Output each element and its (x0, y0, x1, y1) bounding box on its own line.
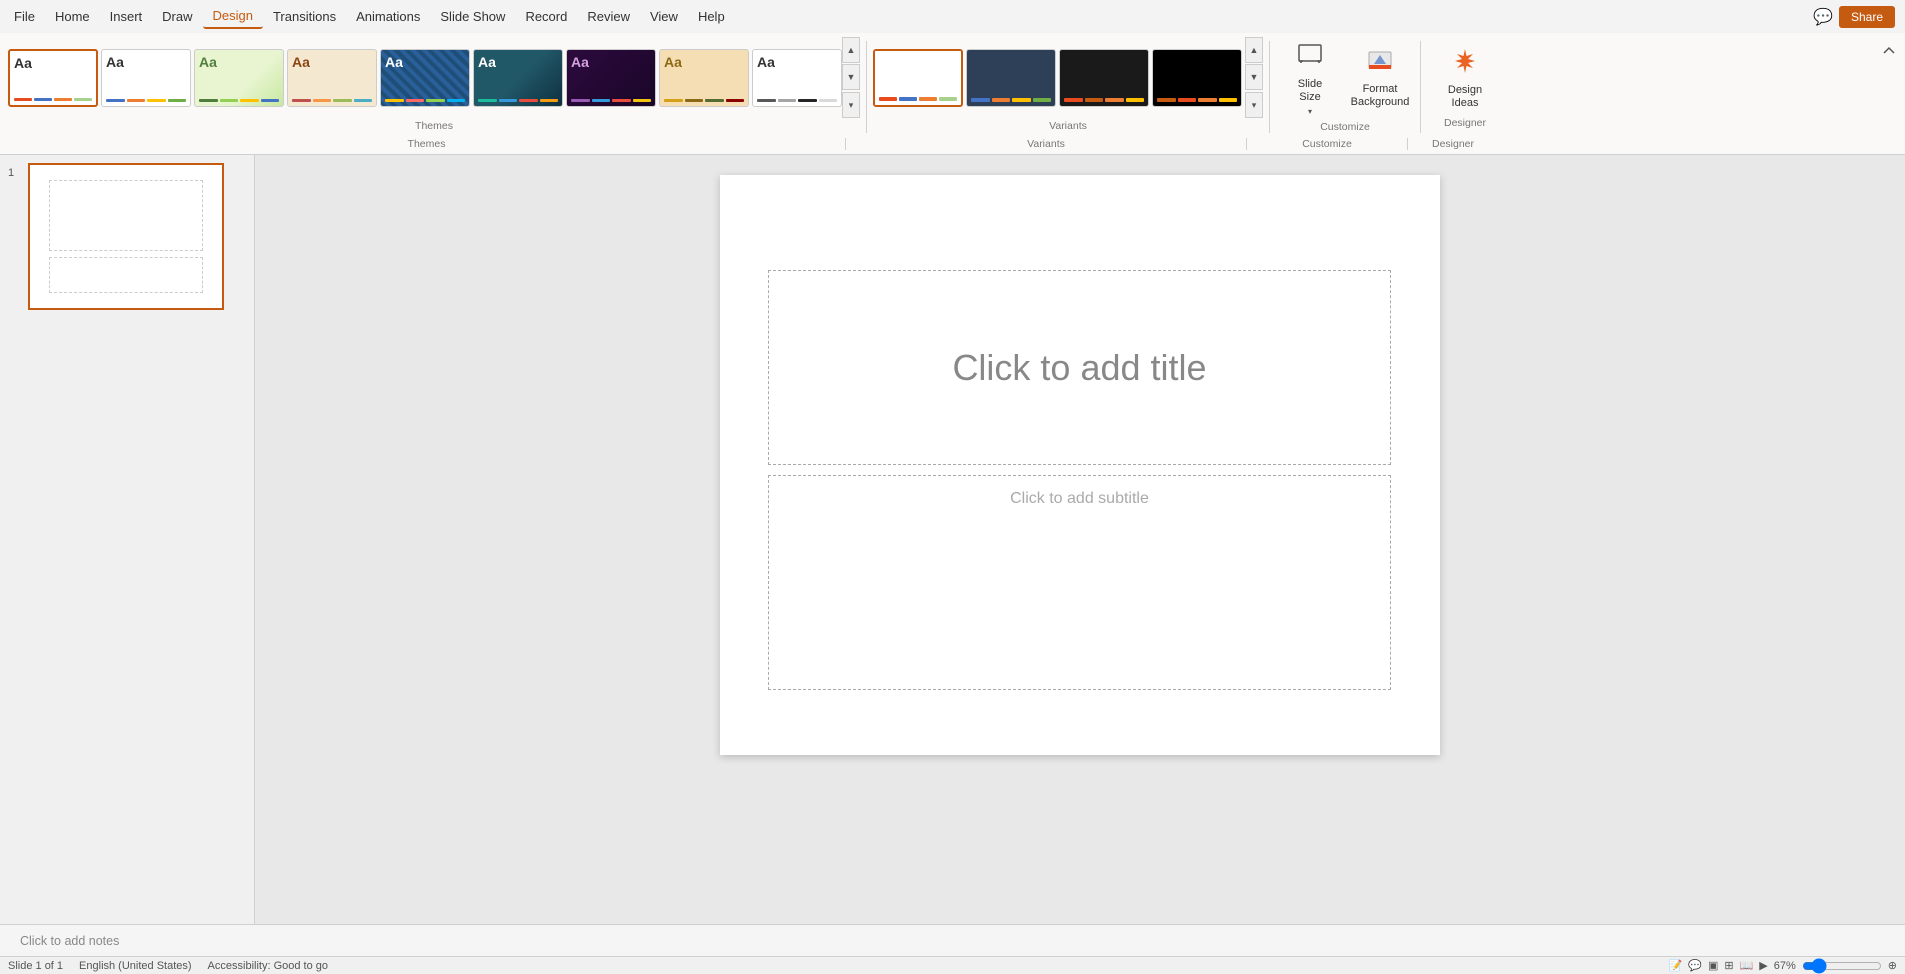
ribbon-divider-2 (1269, 41, 1270, 133)
subtitle-placeholder-text: Click to add subtitle (1010, 490, 1149, 508)
themes-section: Aa Aa (8, 37, 860, 137)
themes-scroll-buttons: ▲ ▼ ▾ (842, 37, 860, 118)
variants-scroll-down[interactable]: ▼ (1245, 64, 1263, 90)
variants-bottom-label: Variants (846, 138, 1246, 150)
variants-scroll-more[interactable]: ▾ (1245, 92, 1263, 118)
title-placeholder[interactable]: Click to add title (768, 270, 1391, 465)
theme-thumb-2[interactable]: Aa (101, 49, 191, 107)
menu-slideshow[interactable]: Slide Show (430, 5, 515, 28)
menu-animations[interactable]: Animations (346, 5, 430, 28)
design-ideas-label: Design Ideas (1435, 84, 1495, 110)
subtitle-placeholder[interactable]: Click to add subtitle (768, 475, 1391, 690)
main-content: 1 Click to add title Click to add subtit… (0, 155, 1905, 924)
design-ideas-icon (1450, 46, 1480, 81)
ribbon-labels-row: Themes Variants Customize Designer (0, 137, 1905, 155)
slide-size-label: SlideSize (1298, 78, 1322, 104)
themes-scroll-area: Aa Aa (8, 37, 860, 118)
variants-grid: ▲ ▼ ▾ (873, 37, 1263, 118)
slide-size-button[interactable]: SlideSize ▾ (1276, 41, 1344, 115)
theme-thumb-8[interactable]: Aa (659, 49, 749, 107)
customize-label: Customize (1276, 119, 1414, 137)
menu-record[interactable]: Record (515, 5, 577, 28)
slide-panel: 1 (0, 155, 255, 924)
variant-thumb-3[interactable] (1059, 49, 1149, 107)
format-background-button[interactable]: Format Background (1346, 41, 1414, 115)
slide-number: 1 (8, 163, 22, 179)
format-background-icon (1366, 47, 1394, 80)
notes-toggle[interactable]: 📝 (1669, 959, 1683, 972)
themes-scroll-more[interactable]: ▾ (842, 92, 860, 118)
designer-label: Designer (1427, 115, 1503, 133)
themes-bottom-label: Themes (8, 138, 845, 150)
language-indicator: English (United States) (79, 960, 192, 972)
view-slideshow[interactable]: ▶ (1759, 959, 1767, 972)
status-bar: Slide 1 of 1 English (United States) Acc… (0, 956, 1905, 974)
zoom-level: 67% (1774, 960, 1796, 972)
view-normal[interactable]: ▣ (1708, 959, 1718, 972)
menu-draw[interactable]: Draw (152, 5, 202, 28)
canvas-area[interactable]: Click to add title Click to add subtitle (255, 155, 1905, 924)
theme-thumb-5[interactable]: Aa (380, 49, 470, 107)
variant-thumb-4[interactable] (1152, 49, 1242, 107)
notes-placeholder-text: Click to add notes (20, 934, 119, 948)
title-placeholder-text: Click to add title (952, 347, 1206, 389)
themes-scroll-up[interactable]: ▲ (842, 37, 860, 63)
variant-thumb-2[interactable] (966, 49, 1056, 107)
ribbon-collapse-button[interactable] (1881, 37, 1897, 57)
theme-thumb-4[interactable]: Aa (287, 49, 377, 107)
slide-size-icon (1296, 40, 1324, 75)
customize-bottom-label: Customize (1247, 138, 1407, 150)
theme-thumb-7[interactable]: Aa (566, 49, 656, 107)
designer-bottom-label: Designer (1408, 138, 1498, 150)
designer-section: Design Ideas Designer (1427, 37, 1503, 137)
theme-thumb-9[interactable]: Aa (752, 49, 842, 107)
format-background-label: Format Background (1350, 83, 1410, 109)
theme-thumb-6[interactable]: Aa (473, 49, 563, 107)
theme-thumb-3[interactable]: Aa (194, 49, 284, 107)
zoom-slider[interactable] (1802, 960, 1882, 972)
comments-toggle[interactable]: 💬 (1688, 959, 1702, 972)
share-button[interactable]: Share (1839, 6, 1895, 28)
slide-size-dropdown-arrow: ▾ (1308, 107, 1312, 116)
menu-design[interactable]: Design (203, 4, 263, 29)
ribbon-divider-1 (866, 41, 867, 133)
slide-count: Slide 1 of 1 (8, 960, 63, 972)
variants-scroll-up[interactable]: ▲ (1245, 37, 1263, 63)
zoom-fit[interactable]: ⊕ (1888, 959, 1897, 972)
variant-thumb-1[interactable] (873, 49, 963, 107)
slide-thumbnail-container: 1 (8, 163, 246, 310)
slide-canvas[interactable]: Click to add title Click to add subtitle (720, 175, 1440, 755)
theme-thumb-1[interactable]: Aa (8, 49, 98, 107)
menu-home[interactable]: Home (45, 5, 100, 28)
view-sorter[interactable]: ⊞ (1724, 959, 1733, 972)
notes-area[interactable]: Click to add notes (0, 924, 1905, 956)
menu-view[interactable]: View (640, 5, 688, 28)
comments-icon[interactable]: 💬 (1813, 7, 1833, 27)
view-reading[interactable]: 📖 (1740, 959, 1754, 972)
menu-insert[interactable]: Insert (100, 5, 153, 28)
menu-review[interactable]: Review (577, 5, 640, 28)
menu-file[interactable]: File (4, 5, 45, 28)
ribbon-divider-3 (1420, 41, 1421, 133)
slide-thumbnail[interactable] (28, 163, 224, 310)
themes-grid: Aa Aa (8, 49, 842, 107)
menu-transitions[interactable]: Transitions (263, 5, 346, 28)
ribbon: Aa Aa (0, 33, 1905, 137)
menu-bar: File Home Insert Draw Design Transitions… (0, 0, 1905, 33)
variants-label: Variants (873, 118, 1263, 136)
accessibility-indicator: Accessibility: Good to go (208, 960, 328, 972)
design-ideas-button[interactable]: Design Ideas (1431, 41, 1499, 115)
menu-help[interactable]: Help (688, 5, 735, 28)
themes-label: Themes (8, 118, 860, 136)
themes-scroll-down[interactable]: ▼ (842, 64, 860, 90)
customize-section: SlideSize ▾ Format Background Customize (1276, 37, 1414, 137)
variants-scroll-buttons: ▲ ▼ ▾ (1245, 37, 1263, 118)
variants-section: ▲ ▼ ▾ Variants (873, 37, 1263, 137)
